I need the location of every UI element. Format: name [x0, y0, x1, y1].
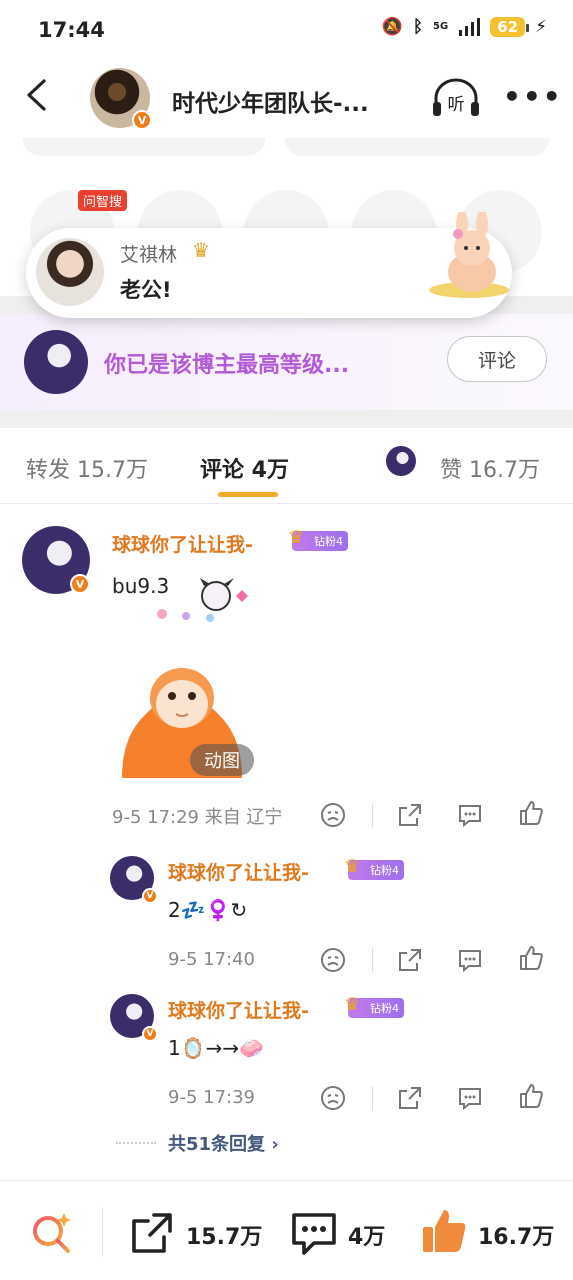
- comment-count[interactable]: 4万: [348, 1219, 385, 1251]
- dislike-icon[interactable]: [320, 947, 346, 973]
- crown-icon: ♛: [192, 238, 210, 262]
- charging-icon: ⚡: [535, 17, 547, 37]
- fan-level-badge: ♛ 钻粉4: [344, 856, 404, 880]
- bar-divider: [102, 1207, 103, 1257]
- my-avatar: [24, 330, 88, 394]
- tab-repost[interactable]: 转发 15.7万: [26, 452, 148, 484]
- action-separator: [372, 1086, 373, 1110]
- verified-icon: V: [132, 110, 152, 130]
- reply-username[interactable]: 球球你了让让我-: [168, 996, 309, 1023]
- fan-level-badge: ♛ 钻粉4: [344, 994, 404, 1018]
- fan-level-badge: ♛ 钻粉4: [288, 527, 348, 551]
- ai-search-icon[interactable]: [30, 1211, 74, 1255]
- reply-avatar[interactable]: V: [110, 994, 158, 1042]
- dislike-icon[interactable]: [320, 802, 346, 828]
- comment-meta: 9-5 17:29 来自 辽宁: [112, 807, 283, 828]
- fan-badge-label: 钻粉4: [370, 864, 399, 877]
- reply-time: 9-5 17:39: [168, 1087, 255, 1108]
- network-label: 5G: [433, 21, 449, 32]
- verified-icon: V: [142, 1026, 158, 1042]
- status-time: 17:44: [38, 18, 105, 42]
- repost-icon[interactable]: [130, 1211, 174, 1255]
- action-separator: [372, 803, 373, 827]
- like-icon[interactable]: [518, 800, 544, 826]
- action-separator: [372, 948, 373, 972]
- verified-icon: V: [70, 574, 90, 594]
- mute-icon: 🔕: [381, 17, 403, 37]
- reply-text: 2💤♀️↻: [168, 898, 248, 922]
- reply-icon[interactable]: [457, 947, 483, 973]
- battery-indicator: 62: [490, 17, 529, 37]
- toast-avatar: [36, 238, 104, 306]
- commenter-name[interactable]: 球球你了让让我-: [112, 530, 253, 557]
- reply-username[interactable]: 球球你了让让我-: [168, 858, 309, 885]
- share-icon[interactable]: [397, 802, 423, 828]
- toast-message: 老公!: [120, 278, 172, 302]
- bottom-action-bar: 15.7万 4万 16.7万: [0, 1180, 573, 1280]
- kuromi-sticker-icon: [157, 578, 248, 622]
- more-replies-link[interactable]: 共51条回复 ›: [168, 1130, 279, 1156]
- comment-button[interactable]: 评论: [447, 336, 547, 382]
- ask-badge: 问智搜: [78, 190, 128, 211]
- verified-icon: V: [142, 888, 158, 904]
- like-icon[interactable]: [518, 945, 544, 971]
- crown-icon: ♛: [344, 856, 361, 877]
- fan-badge-label: 钻粉4: [370, 1002, 399, 1015]
- toast-username: 艾祺林: [120, 244, 178, 266]
- fan-badge-label: 钻粉4: [314, 535, 343, 548]
- reply-divider: [116, 1142, 156, 1144]
- reply-avatar[interactable]: V: [110, 856, 158, 904]
- reply-icon[interactable]: [457, 1085, 483, 1111]
- top-header: V 时代少年团队长-... 听 •••: [0, 60, 573, 138]
- level-text: 你已是该博主最高等级...: [104, 353, 350, 378]
- thumbs-up-icon[interactable]: [420, 1207, 468, 1255]
- bluetooth-icon: ᛒ: [412, 17, 424, 37]
- blogger-avatar[interactable]: V: [90, 68, 152, 130]
- section-divider: [0, 410, 573, 428]
- share-icon[interactable]: [397, 947, 423, 973]
- like-count[interactable]: 16.7万: [478, 1219, 554, 1251]
- more-menu-icon[interactable]: •••: [503, 80, 563, 113]
- signal-icon: [459, 18, 481, 36]
- crown-icon: ♛: [344, 994, 361, 1015]
- commenter-avatar[interactable]: V: [22, 526, 90, 594]
- status-bar: 17:44 🔕 ᛒ 5G 62 ⚡: [0, 0, 573, 60]
- page-title[interactable]: 时代少年团队长-...: [172, 84, 369, 118]
- like-icon[interactable]: [518, 1083, 544, 1109]
- tab-active-indicator: [218, 492, 278, 497]
- status-icons: 🔕 ᛒ 5G 62 ⚡: [382, 17, 547, 37]
- tab-comments[interactable]: 评论 4万: [200, 452, 289, 484]
- bunny-sticker-icon: [429, 212, 509, 298]
- crown-icon: ♛: [288, 527, 305, 548]
- dislike-icon[interactable]: [320, 1085, 346, 1111]
- comment-toast[interactable]: 艾祺林 ♛ 老公!: [26, 212, 512, 318]
- back-icon[interactable]: [24, 78, 48, 112]
- share-icon[interactable]: [397, 1085, 423, 1111]
- listen-button[interactable]: 听: [430, 76, 482, 120]
- reply-text: 1🪞→→🧼: [168, 1036, 265, 1060]
- repost-count[interactable]: 15.7万: [186, 1219, 262, 1251]
- reply-icon[interactable]: [457, 802, 483, 828]
- fan-level-banner: 你已是该博主最高等级... 评论: [0, 314, 573, 410]
- listen-label: 听: [448, 95, 465, 115]
- tab-likes[interactable]: 赞 16.7万: [440, 452, 540, 484]
- interaction-tabs: 转发 15.7万 评论 4万 赞 16.7万: [0, 428, 573, 504]
- liker-avatar: [386, 446, 416, 476]
- reply-time: 9-5 17:40: [168, 949, 255, 970]
- gif-label: 动图: [190, 744, 254, 776]
- comment-icon[interactable]: [290, 1211, 338, 1257]
